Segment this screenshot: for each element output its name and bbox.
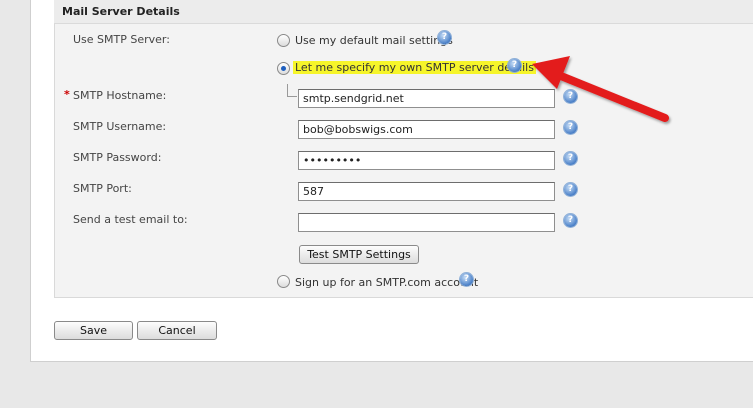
help-icon[interactable]: ?: [564, 183, 577, 196]
radio-signup-label: Sign up for an SMTP.com account: [295, 276, 479, 289]
smtp-hostname-label: SMTP Hostname:: [73, 89, 167, 102]
smtp-password-input[interactable]: [298, 151, 555, 170]
radio-default-label: Use my default mail settings: [295, 34, 453, 47]
help-icon[interactable]: ?: [438, 31, 451, 44]
required-marker: *: [64, 88, 70, 101]
smtp-hostname-input[interactable]: [298, 89, 555, 108]
tree-connector: [287, 84, 297, 97]
use-smtp-label: Use SMTP Server:: [73, 33, 170, 46]
radio-signup-smtp[interactable]: [277, 275, 290, 288]
save-button[interactable]: Save: [54, 321, 133, 340]
help-icon[interactable]: ?: [564, 152, 577, 165]
radio-own-smtp[interactable]: [277, 62, 290, 75]
help-icon[interactable]: ?: [460, 273, 473, 286]
help-icon[interactable]: ?: [564, 214, 577, 227]
smtp-password-label: SMTP Password:: [73, 151, 162, 164]
help-icon[interactable]: ?: [564, 121, 577, 134]
help-icon[interactable]: ?: [508, 59, 521, 72]
smtp-port-input[interactable]: [298, 182, 555, 201]
panel-title: Mail Server Details: [62, 5, 180, 18]
smtp-username-input[interactable]: [298, 120, 555, 139]
radio-default-settings[interactable]: [277, 34, 290, 47]
test-smtp-button[interactable]: Test SMTP Settings: [299, 245, 419, 264]
smtp-port-label: SMTP Port:: [73, 182, 132, 195]
highlighted-text: Let me specify my own SMTP server detail…: [293, 61, 536, 74]
radio-own-label: Let me specify my own SMTP server detail…: [293, 61, 536, 74]
cancel-button[interactable]: Cancel: [137, 321, 217, 340]
smtp-username-label: SMTP Username:: [73, 120, 167, 133]
test-email-label: Send a test email to:: [73, 213, 188, 226]
help-icon[interactable]: ?: [564, 90, 577, 103]
test-email-input[interactable]: [298, 213, 555, 232]
